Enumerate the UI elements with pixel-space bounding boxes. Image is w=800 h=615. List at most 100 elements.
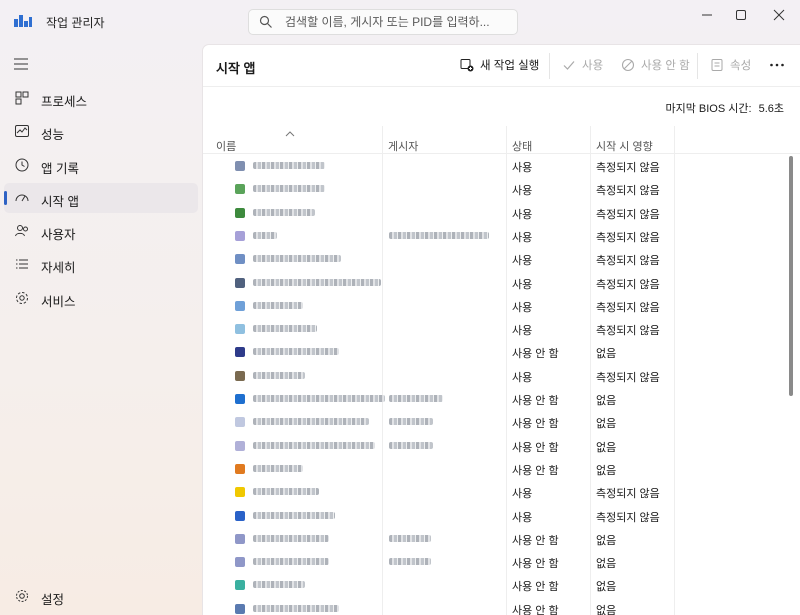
sidebar-item-label: 서비스 <box>41 295 76 309</box>
app-icon <box>233 252 247 266</box>
main-panel: 시작 앱 새 작업 실행 사용 사용 안 함 속성 마지막 BIOS 시간: 5… <box>202 44 800 615</box>
more-icon <box>770 63 784 67</box>
table-row[interactable]: 사용 측정되지 않음 <box>203 154 788 177</box>
table-header: 이름 게시자 상태 시작 시 영향 <box>203 128 800 154</box>
table-row[interactable]: 사용 안 함 없음 <box>203 550 788 573</box>
status-cell: 사용 안 함 <box>512 558 559 571</box>
properties-icon <box>711 59 723 71</box>
table-row[interactable]: 사용 안 함 없음 <box>203 457 788 480</box>
startup-impact-cell: 측정되지 않음 <box>596 231 660 244</box>
table-row[interactable]: 사용 측정되지 않음 <box>203 271 788 294</box>
search-box[interactable] <box>248 9 518 35</box>
table-row[interactable]: 사용 측정되지 않음 <box>203 504 788 527</box>
startup-impact-cell: 측정되지 않음 <box>596 185 660 198</box>
app-icon <box>233 159 247 173</box>
sidebar-item-processes[interactable]: 프로세스 <box>4 83 198 113</box>
new-task-icon <box>460 59 474 72</box>
table-row[interactable]: 사용 측정되지 않음 <box>203 480 788 503</box>
sidebar-item-settings[interactable]: 설정 <box>4 581 198 611</box>
properties-button[interactable]: 속성 <box>710 55 751 75</box>
sidebar-item-performance[interactable]: 성능 <box>4 116 198 146</box>
app-name-redacted <box>253 511 335 519</box>
app-name-redacted <box>253 441 375 449</box>
startup-impact-cell: 없음 <box>596 395 617 407</box>
sidebar-item-label: 앱 기록 <box>41 162 79 176</box>
table-row[interactable]: 사용 안 함 없음 <box>203 434 788 457</box>
sidebar: 프로세스 성능 앱 기록 시작 앱 사용자 자세히 서비스 설정 <box>0 44 202 615</box>
table-row[interactable]: 사용 측정되지 않음 <box>203 317 788 340</box>
app-name-redacted <box>253 348 339 356</box>
table-row[interactable]: 사용 안 함 없음 <box>203 597 788 615</box>
table-row[interactable]: 사용 측정되지 않음 <box>203 224 788 247</box>
sidebar-item-app-history[interactable]: 앱 기록 <box>4 150 198 180</box>
table-row[interactable]: 사용 측정되지 않음 <box>203 294 788 317</box>
table-row[interactable]: 사용 안 함 없음 <box>203 387 788 410</box>
publisher-redacted <box>389 395 443 402</box>
table-row[interactable]: 사용 안 함 없음 <box>203 573 788 596</box>
startup-impact-cell: 없음 <box>596 441 617 454</box>
publisher-redacted <box>389 418 433 426</box>
close-button[interactable] <box>756 0 800 30</box>
publisher-redacted <box>389 231 489 239</box>
status-cell: 사용 <box>512 301 533 314</box>
run-new-task-button[interactable]: 새 작업 실행 <box>460 55 539 75</box>
app-name-redacted <box>253 604 339 612</box>
sidebar-item-services[interactable]: 서비스 <box>4 283 198 313</box>
status-cell: 사용 <box>512 511 533 524</box>
app-icon <box>233 299 247 313</box>
app-name-redacted <box>253 418 369 426</box>
hamburger-menu-icon[interactable] <box>14 58 28 70</box>
status-cell: 사용 <box>512 208 533 221</box>
status-cell: 사용 <box>512 255 533 268</box>
title-bar: 작업 관리자 <box>0 0 800 44</box>
column-header-publisher[interactable]: 게시자 <box>388 138 418 154</box>
services-icon <box>16 292 28 304</box>
sidebar-item-details[interactable]: 자세히 <box>4 249 198 279</box>
sidebar-item-users[interactable]: 사용자 <box>4 216 198 246</box>
app-icon <box>233 602 247 615</box>
publisher-redacted <box>389 441 433 449</box>
app-icon <box>233 578 247 592</box>
startup-impact-cell: 측정되지 않음 <box>596 278 660 291</box>
app-icon <box>233 206 247 220</box>
more-options-button[interactable] <box>769 55 785 75</box>
bios-time-value: 5.6초 <box>758 103 784 115</box>
column-header-startup-impact[interactable]: 시작 시 영향 <box>596 138 653 154</box>
table-row[interactable]: 사용 안 함 없음 <box>203 340 788 363</box>
sidebar-item-startup-apps[interactable]: 시작 앱 <box>4 183 198 213</box>
startup-impact-cell: 없음 <box>596 464 617 477</box>
search-input[interactable] <box>285 13 511 31</box>
startup-impact-cell: 측정되지 않음 <box>596 208 660 221</box>
app-name-redacted <box>253 395 385 402</box>
sidebar-item-label: 프로세스 <box>41 95 88 109</box>
app-icon <box>233 182 247 196</box>
startup-impact-cell: 없음 <box>596 348 617 361</box>
table-row[interactable]: 사용 측정되지 않음 <box>203 247 788 270</box>
app-name-redacted <box>253 558 329 566</box>
disable-button[interactable]: 사용 안 함 <box>621 55 690 75</box>
column-header-name[interactable]: 이름 <box>216 138 236 154</box>
bios-time: 마지막 BIOS 시간: 5.6초 <box>665 100 784 116</box>
active-indicator <box>4 191 7 205</box>
task-manager-icon <box>14 13 32 27</box>
status-cell: 사용 안 함 <box>512 348 559 361</box>
users-icon <box>15 225 28 237</box>
app-name-redacted <box>253 534 329 542</box>
table-row[interactable]: 사용 안 함 없음 <box>203 410 788 433</box>
history-icon <box>15 158 29 172</box>
startup-impact-cell: 측정되지 않음 <box>596 488 660 501</box>
enable-button[interactable]: 사용 <box>562 55 603 75</box>
app-name-redacted <box>253 581 305 589</box>
publisher-redacted <box>389 534 431 542</box>
table-row[interactable]: 사용 측정되지 않음 <box>203 177 788 200</box>
checkmark-icon <box>563 61 575 70</box>
table-row[interactable]: 사용 측정되지 않음 <box>203 201 788 224</box>
vertical-scrollbar[interactable] <box>789 156 793 396</box>
table-row[interactable]: 사용 측정되지 않음 <box>203 364 788 387</box>
app-name-redacted <box>253 464 303 472</box>
startup-impact-cell: 없음 <box>596 418 617 431</box>
table-row[interactable]: 사용 안 함 없음 <box>203 527 788 550</box>
window-title: 작업 관리자 <box>46 16 105 30</box>
page-title: 시작 앱 <box>216 61 256 76</box>
column-header-status[interactable]: 상태 <box>512 138 532 154</box>
